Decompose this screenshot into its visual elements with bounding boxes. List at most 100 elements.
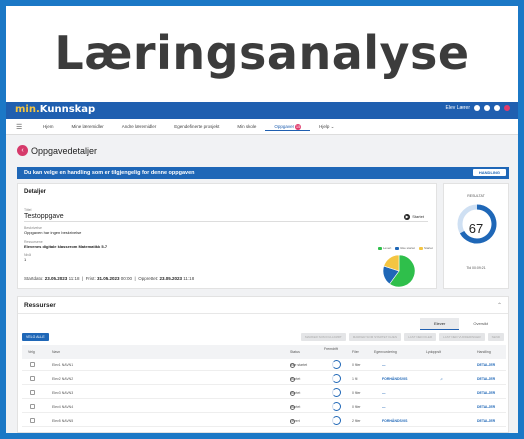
due-label: Frist xyxy=(85,276,95,281)
details-link[interactable]: DETALJER xyxy=(477,419,495,423)
nav-item-oppgaver[interactable]: Oppgaver 15 xyxy=(265,124,311,131)
details-link[interactable]: DETALJER xyxy=(477,377,495,381)
grid-icon[interactable] xyxy=(494,105,500,111)
created-time: 11:18 xyxy=(183,276,195,281)
col-lydopptak[interactable]: Lydoppslt xyxy=(426,350,441,354)
status-label: Startet xyxy=(290,377,301,381)
menu-icon[interactable]: ☰ xyxy=(16,123,22,131)
select-all-button[interactable]: VELG ALLE xyxy=(22,333,49,341)
bulk-actions: MARKER SOM FULLFØRT MARKER SOM STARTET I… xyxy=(300,333,504,341)
details-link[interactable]: DETALJER xyxy=(477,363,495,367)
page-title: Oppgavedetaljer xyxy=(31,146,98,156)
progress-ring xyxy=(332,402,341,411)
content-area: ‹ Oppgavedetaljer Du kan velge en handli… xyxy=(6,135,518,433)
self-eval-link[interactable]: FORHÅNDSVIS xyxy=(382,419,407,423)
files-count: 0 filer xyxy=(352,363,361,367)
collapse-icon[interactable]: ⌃ xyxy=(497,302,502,309)
hero-banner: Læringsanalyse xyxy=(6,6,518,100)
resource-tabs: Elever Oversikt xyxy=(419,318,502,330)
table-header: Velg Navn Status Fremdrift Filer Egenvur… xyxy=(22,345,506,359)
row-checkbox[interactable] xyxy=(30,418,35,423)
progress-ring xyxy=(332,416,341,425)
details-link[interactable]: DETALJER xyxy=(477,391,495,395)
student-name: Elev3 NAVN3 xyxy=(52,391,74,395)
self-eval-link[interactable]: — xyxy=(382,363,386,367)
col-filer[interactable]: Filer xyxy=(352,350,359,354)
details-heading: Detaljer xyxy=(24,189,47,195)
audio-icon[interactable]: ♫ xyxy=(440,377,443,381)
status-label: Levert xyxy=(290,419,300,423)
nav-item-oppgaver-label: Oppgaver xyxy=(274,124,295,129)
col-navn[interactable]: Navn xyxy=(52,350,60,354)
row-checkbox[interactable] xyxy=(30,376,35,381)
col-egenvurdering[interactable]: Egenvurdering xyxy=(374,350,397,354)
avatar-icon[interactable] xyxy=(474,105,480,111)
brand-logo[interactable]: min.Kunnskap xyxy=(15,104,95,115)
col-velg[interactable]: Velg xyxy=(28,350,35,354)
status-label: Ikke startet xyxy=(290,363,308,367)
student-name: Elev4 NAVN4 xyxy=(52,405,74,409)
notification-icon[interactable] xyxy=(504,105,510,111)
status-label: Startet xyxy=(290,391,301,395)
resources-heading: Ressurser xyxy=(24,302,56,309)
nav-item-hjelp[interactable]: Hjelp ⌄ xyxy=(310,124,343,131)
nav-item-andre-laeremidler[interactable]: Andre læremidler xyxy=(113,124,166,131)
brand-name: Kunnskap xyxy=(39,104,96,115)
chevron-down-icon: ⌄ xyxy=(330,124,335,129)
self-eval-link[interactable]: — xyxy=(382,391,386,395)
start-value: 23.05.2023 xyxy=(44,276,68,281)
resource-value: Elevenes digitale klasserom Matematikk 5… xyxy=(24,244,108,249)
tab-oversikt[interactable]: Oversikt xyxy=(459,318,502,330)
dates-row: Startdato: 23.05.2023 11:18 | Frist: 31.… xyxy=(24,276,195,281)
table-row: Elev4 NAVN4 Startet 0 filer — DETALJER xyxy=(22,401,506,413)
status-pie-chart xyxy=(382,254,416,288)
row-checkbox[interactable] xyxy=(30,390,35,395)
time-label: Tid xyxy=(466,266,472,270)
mark-restarted-button[interactable]: MARKER SOM STARTET IGJEN xyxy=(348,333,402,341)
self-eval-link[interactable]: — xyxy=(382,405,386,409)
status-text: Startet xyxy=(412,214,424,220)
row-checkbox[interactable] xyxy=(30,404,35,409)
nav-item-mine-laeremidler[interactable]: Mine læremidler xyxy=(63,124,113,131)
col-status[interactable]: Status xyxy=(290,350,300,354)
title-underline xyxy=(24,221,428,222)
nav-item-hjem[interactable]: Hjem xyxy=(34,124,63,131)
due-time: 00:00 xyxy=(120,276,133,281)
details-card: Detaljer Tittel Testoppgave ▶ Startet Bes… xyxy=(17,183,437,289)
nav-items: Hjem Mine læremidler Andre læremidler Eg… xyxy=(34,124,343,131)
back-button[interactable]: ‹ xyxy=(17,145,28,156)
hero-title: Læringsanalyse xyxy=(54,26,470,80)
legend-levert: Levert xyxy=(378,246,391,250)
download-files-button[interactable]: LAST NED FILER xyxy=(404,333,437,341)
created-value: 23.05.2023 xyxy=(159,276,182,281)
row-checkbox[interactable] xyxy=(30,362,35,367)
user-name[interactable]: Elev Lærer xyxy=(446,105,470,111)
send-button[interactable]: SEND xyxy=(487,333,504,341)
top-bar: min.Kunnskap Elev Lærer xyxy=(6,102,518,119)
progress-ring xyxy=(332,360,341,369)
nav-item-hjelp-label: Hjelp xyxy=(319,124,330,129)
action-alert: Du kan velge en handling som er tilgjeng… xyxy=(17,167,509,179)
table-row: Elev1 NAVN1 Ikke startet 0 filer — DETALJER xyxy=(22,359,506,371)
nav-item-egendefinerte[interactable]: Egendefinerte prosjekt xyxy=(165,124,228,131)
progress-ring xyxy=(332,374,341,383)
files-count: 2 filer xyxy=(352,419,361,423)
files-count: 0 filer xyxy=(352,405,361,409)
col-fremdrift[interactable]: Fremdrift xyxy=(324,347,338,351)
result-heading: RESULTAT xyxy=(467,194,485,198)
mail-icon[interactable] xyxy=(484,105,490,111)
result-time: Tid 00:09:21 xyxy=(444,266,508,270)
col-handling[interactable]: Handling xyxy=(477,350,491,354)
download-evaluations-button[interactable]: LAST NED VURDERINGER xyxy=(439,333,485,341)
mark-complete-button[interactable]: MARKER SOM FULLFØRT xyxy=(300,333,346,341)
status-label: Startet xyxy=(290,405,301,409)
nav-item-min-skole[interactable]: Min skole xyxy=(228,124,265,131)
brand-prefix: min. xyxy=(15,104,40,115)
handling-button[interactable]: HANDLING xyxy=(472,169,506,176)
student-name: Elev1 NAVN1 xyxy=(52,363,74,367)
self-eval-link[interactable]: FORHÅNDSVIS xyxy=(382,377,407,381)
legend-startet: Startet xyxy=(419,246,433,250)
details-link[interactable]: DETALJER xyxy=(477,405,495,409)
level-value: 1 xyxy=(24,257,27,262)
tab-elever[interactable]: Elever xyxy=(419,318,460,330)
